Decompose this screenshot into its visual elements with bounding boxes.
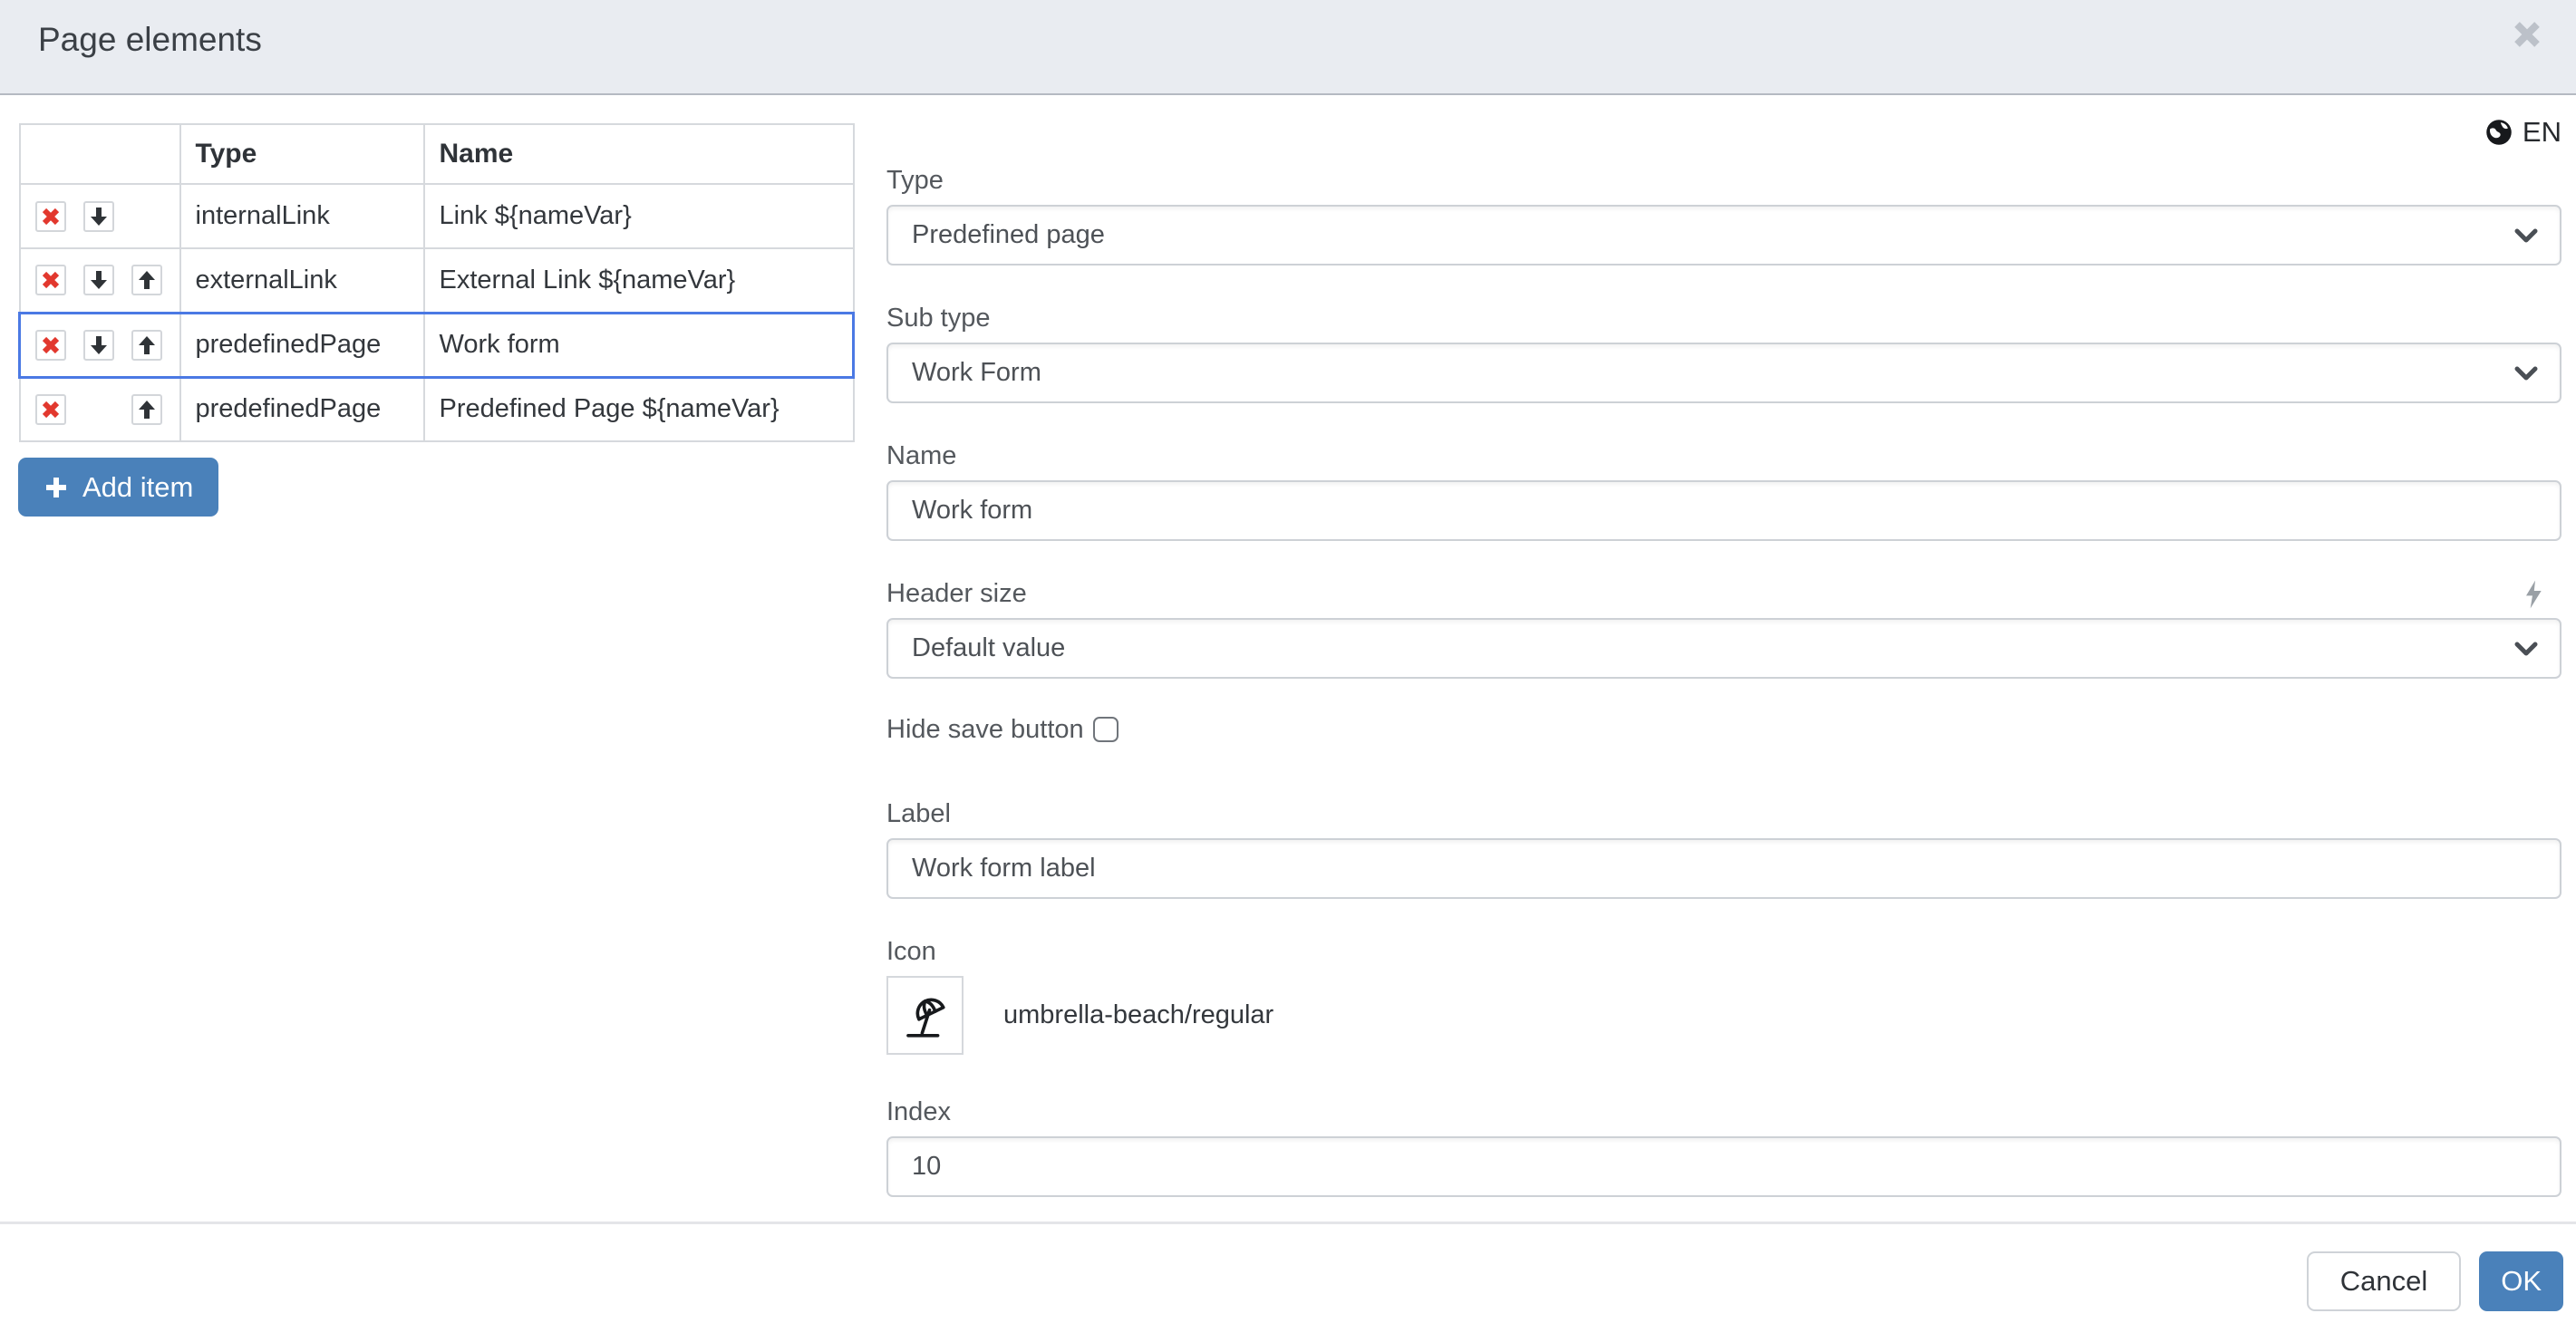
plus-icon (44, 475, 69, 500)
delete-x-icon (41, 270, 61, 290)
table-row[interactable]: predefinedPage Predefined Page ${nameVar… (20, 377, 854, 441)
delete-x-icon (41, 400, 61, 420)
label-field-group: Label (886, 798, 2561, 899)
arrow-up-icon (137, 334, 157, 356)
subtype-select[interactable]: Work Form (886, 343, 2561, 403)
items-table: Type Name (18, 123, 855, 442)
globe-icon (2485, 119, 2513, 146)
row-actions-cell (20, 377, 180, 441)
type-cell: predefinedPage (180, 377, 424, 441)
arrow-down-icon (89, 206, 109, 227)
items-panel: Type Name (18, 123, 852, 517)
table-header-row: Type Name (20, 124, 854, 184)
icon-field-label: Icon (886, 936, 2561, 967)
label-input[interactable] (886, 838, 2561, 899)
header-size-select[interactable]: Default value (886, 618, 2561, 679)
icon-value: umbrella-beach/regular (1003, 1000, 1273, 1030)
move-down-button[interactable] (83, 201, 114, 232)
index-input[interactable] (886, 1136, 2561, 1197)
language-code: EN (2523, 116, 2561, 149)
delete-item-button[interactable] (35, 201, 66, 232)
hide-save-field-group: Hide save button (886, 716, 2561, 743)
delete-item-button[interactable] (35, 330, 66, 361)
table-row-selected[interactable]: predefinedPage Work form (20, 313, 854, 377)
name-label: Name (886, 440, 2561, 471)
delete-item-button[interactable] (35, 394, 66, 425)
move-down-button[interactable] (83, 265, 114, 295)
header-size-select-value: Default value (912, 633, 1065, 663)
hide-save-checkbox[interactable] (1093, 717, 1119, 742)
row-actions-cell (20, 313, 180, 377)
move-down-button[interactable] (83, 330, 114, 361)
language-indicator[interactable]: EN (886, 118, 2561, 147)
add-item-label: Add item (82, 471, 193, 504)
dialog-footer: Cancel OK (0, 1222, 2576, 1311)
name-cell: Predefined Page ${nameVar} (424, 377, 854, 441)
dialog-header: Page elements (0, 0, 2576, 95)
row-actions-cell (20, 184, 180, 248)
type-label: Type (886, 165, 2561, 196)
header-size-label: Header size (886, 578, 1027, 609)
umbrella-beach-icon (899, 990, 952, 1042)
name-input[interactable] (886, 480, 2561, 541)
type-select[interactable]: Predefined page (886, 205, 2561, 266)
delete-x-icon (41, 335, 61, 355)
subtype-select-value: Work Form (912, 358, 1041, 388)
name-column-header: Name (424, 124, 854, 184)
cancel-button[interactable]: Cancel (2307, 1251, 2462, 1311)
subtype-field-group: Sub type Work Form (886, 303, 2561, 403)
chevron-down-icon (2514, 366, 2538, 381)
ok-button[interactable]: OK (2479, 1251, 2563, 1311)
chevron-down-icon (2514, 228, 2538, 243)
arrow-up-icon (137, 269, 157, 291)
dialog-title: Page elements (38, 20, 262, 60)
type-cell: externalLink (180, 248, 424, 313)
index-field-group: Index (886, 1096, 2561, 1197)
arrow-down-icon (89, 334, 109, 356)
type-column-header: Type (180, 124, 424, 184)
delete-item-button[interactable] (35, 265, 66, 295)
type-field-group: Type Predefined page (886, 165, 2561, 266)
lightning-bolt-icon[interactable] (2523, 580, 2543, 609)
type-cell: internalLink (180, 184, 424, 248)
chevron-down-icon (2514, 642, 2538, 656)
close-button[interactable] (2509, 16, 2545, 53)
row-actions-cell (20, 248, 180, 313)
subtype-label: Sub type (886, 303, 2561, 333)
arrow-up-icon (137, 399, 157, 420)
table-row[interactable]: internalLink Link ${nameVar} (20, 184, 854, 248)
move-up-button[interactable] (131, 394, 162, 425)
move-up-button[interactable] (131, 265, 162, 295)
name-cell: Link ${nameVar} (424, 184, 854, 248)
type-cell: predefinedPage (180, 313, 424, 377)
icon-picker[interactable] (886, 976, 964, 1055)
add-item-button[interactable]: Add item (18, 458, 218, 517)
page-elements-dialog: Page elements Type Name (0, 0, 2576, 1323)
arrow-down-icon (89, 269, 109, 291)
hide-save-label: Hide save button (886, 715, 1084, 745)
type-select-value: Predefined page (912, 220, 1105, 250)
delete-x-icon (41, 207, 61, 227)
name-field-group: Name (886, 440, 2561, 541)
label-field-label: Label (886, 798, 2561, 829)
actions-column-header (20, 124, 180, 184)
table-row[interactable]: externalLink External Link ${nameVar} (20, 248, 854, 313)
name-cell: Work form (424, 313, 854, 377)
element-form-panel: EN Type Predefined page Sub type Work Fo… (886, 118, 2561, 1234)
header-size-field-group: Header size Default value (886, 578, 2561, 679)
name-cell: External Link ${nameVar} (424, 248, 854, 313)
move-up-button[interactable] (131, 330, 162, 361)
close-icon (2509, 16, 2545, 53)
icon-field-group: Icon umb (886, 936, 2561, 1055)
index-label: Index (886, 1096, 2561, 1127)
